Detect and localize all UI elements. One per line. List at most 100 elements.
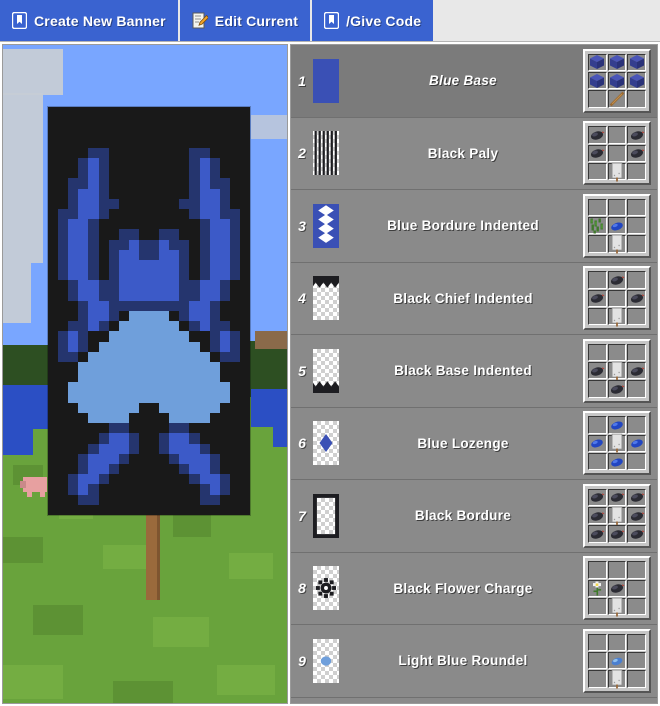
banner-pixel [199,168,210,179]
banner-pixel [48,504,59,515]
banner-pixel [98,412,109,424]
banner-pixel [78,443,89,454]
banner-pixel [58,188,69,199]
banner-pixel [239,219,250,230]
banner-pixel [199,198,210,209]
banner-pixel [199,484,210,495]
grass-shade [173,515,211,537]
banner-pixel [118,433,129,444]
banner-pixel [159,157,170,169]
banner-pixel [159,474,170,485]
banner-pixel [209,178,220,189]
layer-row[interactable]: 3 Blue Bordure Indented [291,190,657,263]
banner-pixel [239,168,250,179]
banner-pixel [229,127,240,138]
layer-pattern-thumbnail [313,348,339,393]
layer-row[interactable]: 7 Black Bordure [291,480,657,553]
banner-pixel [209,423,220,434]
banner-pixel [169,433,180,444]
banner-pixel [108,168,119,179]
layer-row[interactable]: 8 Black Flower Charge [291,552,657,625]
banner-pixel [199,361,210,373]
banner-pixel [68,280,79,291]
crafting-recipe-grid[interactable] [583,338,651,403]
layer-row[interactable]: 1 Blue Base [291,45,657,118]
banner-pixel [239,351,250,362]
layer-row[interactable]: 4 Black Chief Indented [291,262,657,335]
banner-pixel [118,423,129,434]
layer-number: 9 [298,652,306,669]
give-code-button[interactable]: /Give Code [312,0,436,41]
layer-list[interactable]: 1 Blue Base 2 Black Paly 3 Blue Bordure Inden… [290,44,658,704]
banner-pixel [78,280,89,291]
crafting-recipe-grid[interactable] [583,48,651,113]
banner-pixel [149,443,160,454]
banner-pixel [219,300,230,311]
banner-pixel [199,259,210,271]
banner-pixel [219,178,230,189]
banner-pixel [189,208,200,220]
layer-row[interactable]: 2 Black Paly [291,117,657,190]
banner-pixel [159,433,170,444]
banner-pixel [138,107,149,118]
banner-pixel [108,117,119,128]
crafting-recipe-grid[interactable] [583,193,651,258]
banner-pixel [128,300,139,311]
banner-pixel [128,412,139,424]
banner-pixel [209,433,220,444]
banner-pixel [149,229,160,240]
banner-pixel [88,382,99,393]
banner-pixel [48,208,59,220]
banner-pixel [128,188,139,199]
water [273,427,287,447]
recipe-slot-black-dye [588,126,607,144]
banner-pixel [68,504,79,515]
banner-pixel [78,270,89,281]
crafting-recipe-grid[interactable] [583,556,651,621]
banner-pixel [108,310,119,322]
banner-pixel [239,290,250,301]
give-code-label: /Give Code [346,12,422,29]
banner-pixel [138,168,149,179]
banner-pixel [239,249,250,260]
banner-pixel [68,331,79,342]
layer-row[interactable]: 6 Blue Lozenge [291,407,657,480]
banner-pixel [118,321,129,332]
banner-pixel [209,474,220,485]
banner-pixel [159,382,170,393]
banner-pixel [209,351,220,362]
banner-pixel [118,229,129,240]
crafting-recipe-grid[interactable] [583,121,651,186]
banner-pixel [58,208,69,220]
banner-post [146,510,160,600]
banner-pixel [199,351,210,362]
banner-pixel [88,351,99,362]
crafting-recipe-grid[interactable] [583,483,651,548]
banner-pixel [219,290,230,301]
edit-current-button[interactable]: Edit Current [179,0,313,41]
banner-pixel [159,219,170,230]
banner-pixel [58,361,69,373]
banner-pixel [88,310,99,322]
banner-preview-pane[interactable] [2,44,288,704]
banner-pixel [78,157,89,169]
banner-pixel [189,310,200,322]
crafting-recipe-grid[interactable] [583,411,651,476]
banner-pixel [169,392,180,403]
banner-pixel [159,290,170,301]
banner-pixel [239,208,250,220]
banner-pixel [128,178,139,189]
banner-pixel [98,331,109,342]
banner-pixel [98,290,109,301]
banner-pixel [88,504,99,515]
create-new-banner-button[interactable]: Create New Banner [0,0,180,41]
crafting-recipe-grid[interactable] [583,266,651,331]
banner-icon [324,12,340,29]
layer-row[interactable]: 5 Black Base Indented [291,335,657,408]
crafting-recipe-grid[interactable] [583,628,651,693]
banner-pixel [128,351,139,362]
banner-pixel [138,117,149,128]
banner-pixel [118,351,129,362]
layer-row[interactable]: 9 Light Blue Roundel [291,625,657,698]
banner-pixel [68,341,79,352]
